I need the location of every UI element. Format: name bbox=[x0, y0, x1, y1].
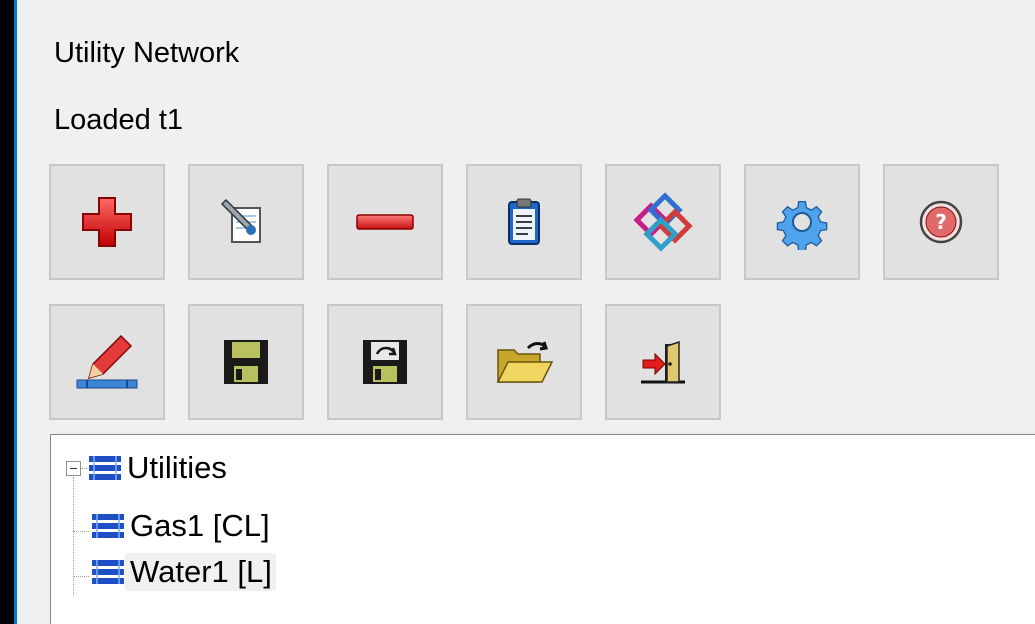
help-icon: ? bbox=[919, 200, 963, 244]
network-links-icon bbox=[633, 192, 693, 252]
minus-icon bbox=[356, 214, 414, 230]
tree-node-gas1[interactable]: Gas1 [CL] bbox=[91, 507, 274, 545]
utility-network-panel: Utility Network Loaded t1 ? Utilities Ga… bbox=[14, 0, 1035, 624]
plus-icon bbox=[82, 197, 132, 247]
help-button[interactable]: ? bbox=[883, 164, 999, 280]
settings-button[interactable] bbox=[744, 164, 860, 280]
collapse-toggle[interactable] bbox=[66, 461, 81, 476]
pencil-pipe-icon bbox=[76, 334, 138, 389]
clipboard-icon bbox=[508, 198, 540, 245]
utility-layers-icon bbox=[89, 456, 121, 480]
tree-node-utilities[interactable]: Utilities bbox=[88, 449, 231, 487]
exit-door-icon bbox=[641, 340, 685, 384]
svg-text:?: ? bbox=[935, 210, 947, 234]
utility-layers-icon bbox=[92, 560, 124, 584]
utility-layers-icon bbox=[92, 514, 124, 538]
status-label: Loaded t1 bbox=[54, 104, 184, 136]
save-as-button[interactable] bbox=[327, 304, 443, 420]
panel-title: Utility Network bbox=[54, 37, 240, 69]
save-button[interactable] bbox=[188, 304, 304, 420]
remove-button[interactable] bbox=[327, 164, 443, 280]
utility-tree[interactable]: Utilities Gas1 [CL] Water1 [L] bbox=[50, 434, 1035, 624]
floppy-save-as-icon bbox=[363, 340, 407, 384]
document-edit-icon bbox=[220, 198, 261, 243]
draw-pipe-button[interactable] bbox=[49, 304, 165, 420]
add-button[interactable] bbox=[49, 164, 165, 280]
tree-node-label: Utilities bbox=[127, 450, 227, 485]
tree-node-label: Gas1 [CL] bbox=[130, 508, 270, 543]
gear-icon bbox=[776, 201, 828, 250]
edit-properties-button[interactable] bbox=[188, 164, 304, 280]
open-folder-icon bbox=[496, 341, 554, 383]
clipboard-button[interactable] bbox=[466, 164, 582, 280]
open-button[interactable] bbox=[466, 304, 582, 420]
tree-node-label: Water1 [L] bbox=[125, 553, 276, 591]
tree-node-water1[interactable]: Water1 [L] bbox=[91, 553, 276, 591]
floppy-disk-icon bbox=[224, 340, 268, 384]
network-button[interactable] bbox=[605, 164, 721, 280]
exit-button[interactable] bbox=[605, 304, 721, 420]
